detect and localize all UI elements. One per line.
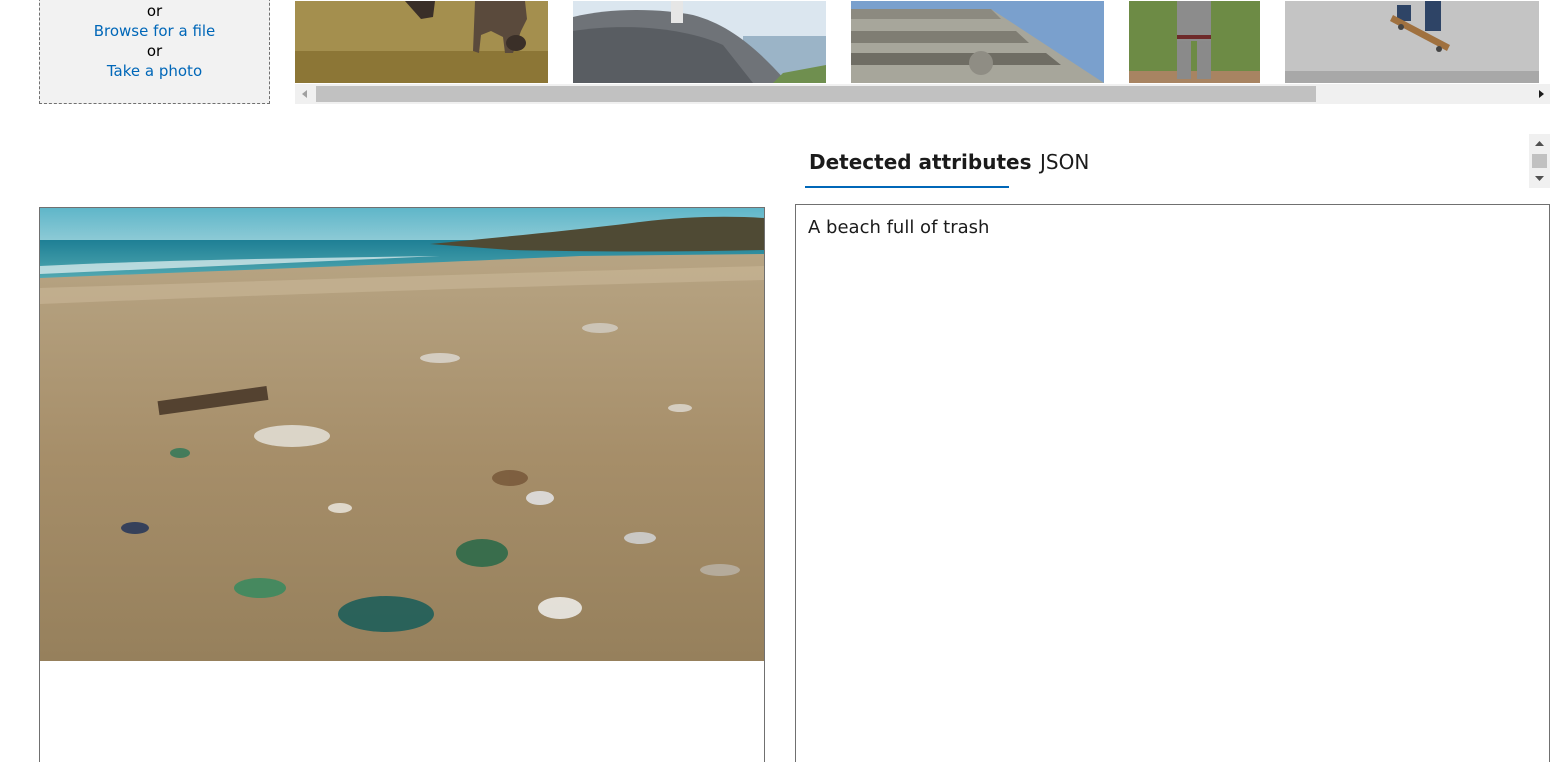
tab-json[interactable]: JSON <box>1040 140 1110 188</box>
building-facade-thumbnail[interactable] <box>851 1 1104 83</box>
tabs-scrollbar[interactable] <box>1529 134 1550 188</box>
take-photo-link[interactable]: Take a photo <box>40 61 269 81</box>
detected-attributes-panel: A beach full of trash <box>795 204 1550 762</box>
skateboarder-thumbnail[interactable] <box>1285 1 1539 83</box>
thumbnail-scrollbar[interactable] <box>295 84 1550 104</box>
rocky-coast-image <box>573 1 826 83</box>
skateboarder-image <box>1285 1 1539 83</box>
or-text-middle: or <box>146 42 163 60</box>
upload-dropzone[interactable]: or Browse for a file or Take a photo <box>39 0 270 104</box>
cattle-grazing-thumbnail[interactable] <box>295 1 548 83</box>
tab-detected-attributes[interactable]: Detected attributes <box>805 140 1031 188</box>
beach-trash-image <box>40 208 764 661</box>
rocky-coast-thumbnail[interactable] <box>573 1 826 83</box>
baseball-player-thumbnail[interactable] <box>1129 1 1260 83</box>
image-caption: A beach full of trash <box>808 217 990 238</box>
scroll-up-arrow-icon[interactable] <box>1529 136 1550 152</box>
analyzed-image-panel <box>39 207 765 762</box>
building-facade-image <box>851 1 1104 83</box>
app-root: or Browse for a file or Take a photo Det… <box>0 0 1567 762</box>
scrollbar-thumb-vertical[interactable] <box>1532 154 1547 168</box>
baseball-player-image <box>1129 1 1260 83</box>
browse-file-link[interactable]: Browse for a file <box>40 21 269 41</box>
scrollbar-thumb[interactable] <box>316 86 1316 102</box>
scroll-left-arrow-icon[interactable] <box>295 84 313 104</box>
scroll-down-arrow-icon[interactable] <box>1529 170 1550 186</box>
cattle-grazing-image <box>295 1 548 83</box>
or-text-top: or <box>146 2 163 20</box>
sample-image-strip <box>295 0 1550 104</box>
scroll-right-arrow-icon[interactable] <box>1532 84 1550 104</box>
